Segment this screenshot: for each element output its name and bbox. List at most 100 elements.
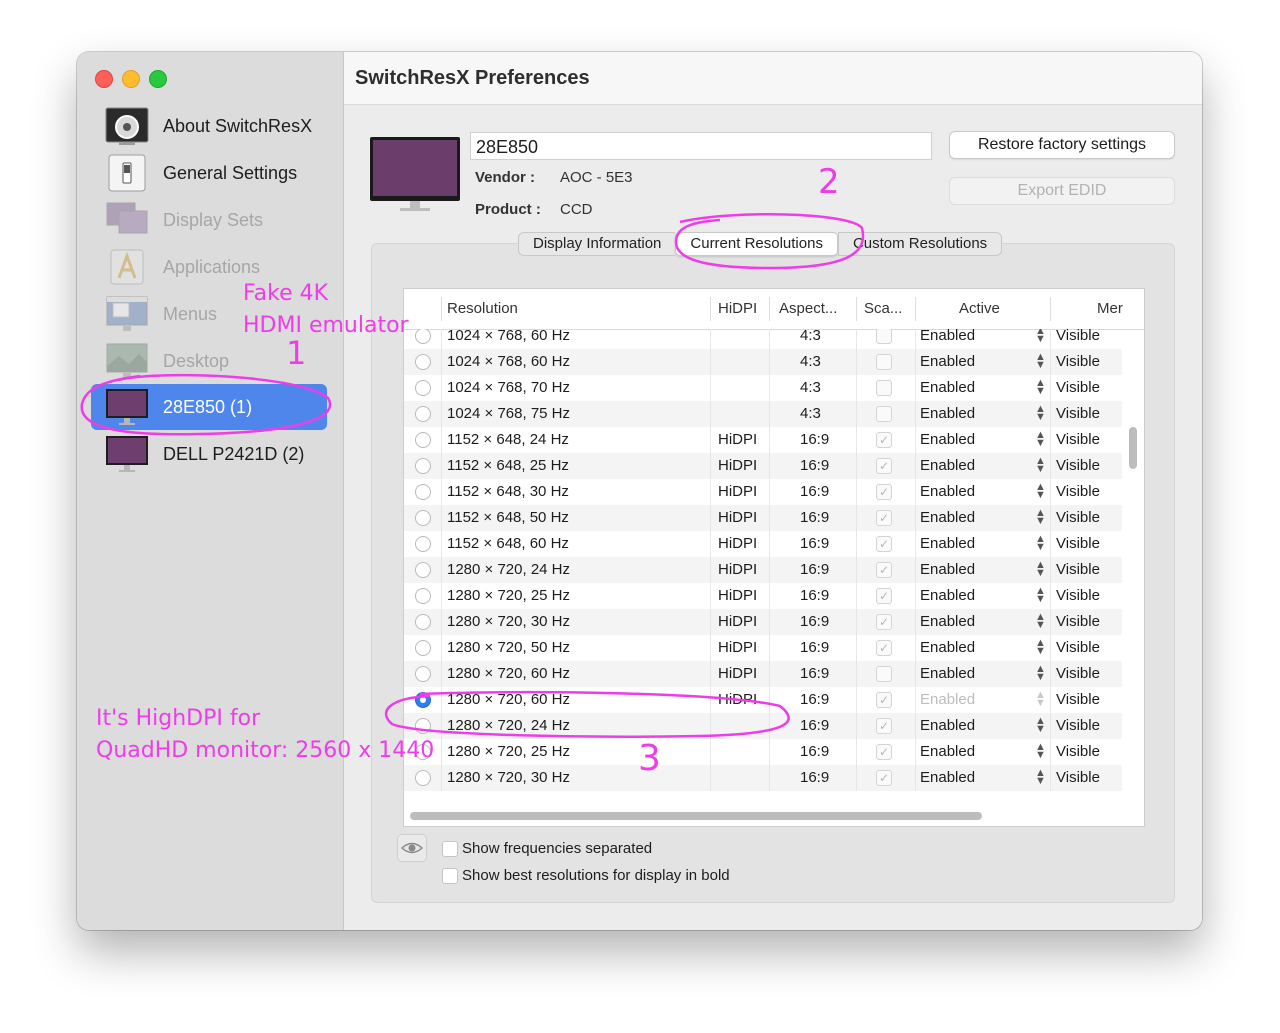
active-cell[interactable]: Enabled: [920, 353, 975, 370]
zoom-window-button[interactable]: [149, 70, 167, 88]
scaled-checkbox[interactable]: [876, 380, 892, 396]
active-cell[interactable]: Enabled: [920, 691, 975, 708]
scaled-checkbox[interactable]: ✓: [876, 536, 892, 552]
active-stepper-icon[interactable]: ▲ ▼: [1035, 482, 1046, 501]
close-window-button[interactable]: [95, 70, 113, 88]
show-frequencies-checkbox[interactable]: [442, 841, 458, 857]
export-edid-button[interactable]: Export EDID: [949, 177, 1175, 205]
active-stepper-icon[interactable]: ▲ ▼: [1035, 690, 1046, 709]
active-stepper-icon[interactable]: ▲ ▼: [1035, 404, 1046, 423]
row-radio-button[interactable]: [415, 406, 431, 422]
scaled-checkbox[interactable]: [876, 666, 892, 682]
table-row[interactable]: 1152 × 648, 24 Hz HiDPI 16:9 ✓ Enabled ▲ ▼ Visi…: [404, 427, 1122, 453]
sidebar-item-28e850[interactable]: 28E850 (1): [91, 384, 327, 430]
table-row[interactable]: 1280 × 720, 24 Hz HiDPI 16:9 ✓ Enabled ▲ ▼ Visi…: [404, 557, 1122, 583]
active-stepper-icon[interactable]: ▲ ▼: [1035, 638, 1046, 657]
active-cell[interactable]: Enabled: [920, 561, 975, 578]
row-radio-button[interactable]: [415, 432, 431, 448]
active-stepper-icon[interactable]: ▲ ▼: [1035, 329, 1046, 345]
table-row[interactable]: 1152 × 648, 60 Hz HiDPI 16:9 ✓ Enabled ▲ ▼ Visi…: [404, 531, 1122, 557]
menu-cell[interactable]: Visible: [1056, 769, 1100, 786]
menu-cell[interactable]: Visible: [1056, 405, 1100, 422]
scaled-checkbox[interactable]: ✓: [876, 510, 892, 526]
active-cell[interactable]: Enabled: [920, 587, 975, 604]
preview-button[interactable]: [397, 834, 427, 862]
menu-cell[interactable]: Visible: [1056, 457, 1100, 474]
active-cell[interactable]: Enabled: [920, 483, 975, 500]
menu-cell[interactable]: Visible: [1056, 587, 1100, 604]
table-row[interactable]: 1280 × 720, 24 Hz 16:9 ✓ Enabled ▲ ▼ Visible: [404, 713, 1122, 739]
active-cell[interactable]: Enabled: [920, 613, 975, 630]
table-row[interactable]: 1280 × 720, 25 Hz 16:9 ✓ Enabled ▲ ▼ Visible: [404, 739, 1122, 765]
active-cell[interactable]: Enabled: [920, 431, 975, 448]
active-stepper-icon[interactable]: ▲ ▼: [1035, 508, 1046, 527]
scaled-checkbox[interactable]: ✓: [876, 588, 892, 604]
active-cell[interactable]: Enabled: [920, 509, 975, 526]
menu-cell[interactable]: Visible: [1056, 535, 1100, 552]
table-row[interactable]: 1024 × 768, 60 Hz 4:3 Enabled ▲ ▼ Visible: [404, 349, 1122, 375]
active-stepper-icon[interactable]: ▲ ▼: [1035, 768, 1046, 787]
row-radio-button[interactable]: [415, 640, 431, 656]
row-radio-button[interactable]: [415, 614, 431, 630]
menu-cell[interactable]: Visible: [1056, 639, 1100, 656]
row-radio-button[interactable]: [415, 354, 431, 370]
sidebar-item-display-sets[interactable]: Display Sets: [91, 197, 327, 243]
active-cell[interactable]: Enabled: [920, 329, 975, 344]
minimize-window-button[interactable]: [122, 70, 140, 88]
sidebar-item-about[interactable]: About SwitchResX: [91, 103, 327, 149]
column-header-scaled[interactable]: Sca...: [864, 300, 902, 317]
scaled-checkbox[interactable]: [876, 354, 892, 370]
active-cell[interactable]: Enabled: [920, 743, 975, 760]
table-row[interactable]: 1024 × 768, 70 Hz 4:3 Enabled ▲ ▼ Visible: [404, 375, 1122, 401]
row-radio-button[interactable]: [415, 484, 431, 500]
row-radio-button[interactable]: [415, 692, 431, 708]
column-header-aspect[interactable]: Aspect...: [779, 300, 837, 317]
table-row[interactable]: 1152 × 648, 50 Hz HiDPI 16:9 ✓ Enabled ▲ ▼ Visi…: [404, 505, 1122, 531]
active-cell[interactable]: Enabled: [920, 379, 975, 396]
scaled-checkbox[interactable]: ✓: [876, 770, 892, 786]
restore-factory-settings-button[interactable]: Restore factory settings: [949, 131, 1175, 159]
row-radio-button[interactable]: [415, 510, 431, 526]
scaled-checkbox[interactable]: ✓: [876, 692, 892, 708]
row-radio-button[interactable]: [415, 770, 431, 786]
table-row[interactable]: 1280 × 720, 50 Hz HiDPI 16:9 ✓ Enabled ▲ ▼ Visi…: [404, 635, 1122, 661]
table-row[interactable]: 1280 × 720, 60 Hz HiDPI 16:9 Enabled ▲ ▼ Visib…: [404, 661, 1122, 687]
menu-cell[interactable]: Visible: [1056, 483, 1100, 500]
sidebar-item-general-settings[interactable]: General Settings: [91, 150, 327, 196]
active-stepper-icon[interactable]: ▲ ▼: [1035, 612, 1046, 631]
scaled-checkbox[interactable]: ✓: [876, 718, 892, 734]
active-stepper-icon[interactable]: ▲ ▼: [1035, 456, 1046, 475]
menu-cell[interactable]: Visible: [1056, 613, 1100, 630]
column-header-menu[interactable]: Mer: [1097, 300, 1123, 317]
vertical-scrollbar[interactable]: [1129, 427, 1137, 469]
active-stepper-icon[interactable]: ▲ ▼: [1035, 742, 1046, 761]
scaled-checkbox[interactable]: ✓: [876, 484, 892, 500]
row-radio-button[interactable]: [415, 588, 431, 604]
table-row[interactable]: 1280 × 720, 30 Hz HiDPI 16:9 ✓ Enabled ▲ ▼ Visi…: [404, 609, 1122, 635]
row-radio-button[interactable]: [415, 562, 431, 578]
scaled-checkbox[interactable]: ✓: [876, 640, 892, 656]
resolutions-table[interactable]: Resolution HiDPI Aspect... Sca... Active…: [403, 288, 1145, 827]
active-stepper-icon[interactable]: ▲ ▼: [1035, 716, 1046, 735]
menu-cell[interactable]: Visible: [1056, 691, 1100, 708]
active-stepper-icon[interactable]: ▲ ▼: [1035, 352, 1046, 371]
menu-cell[interactable]: Visible: [1056, 717, 1100, 734]
active-stepper-icon[interactable]: ▲ ▼: [1035, 378, 1046, 397]
scaled-checkbox[interactable]: [876, 406, 892, 422]
column-header-resolution[interactable]: Resolution: [447, 300, 518, 317]
active-cell[interactable]: Enabled: [920, 717, 975, 734]
row-radio-button[interactable]: [415, 718, 431, 734]
active-cell[interactable]: Enabled: [920, 639, 975, 656]
scaled-checkbox[interactable]: ✓: [876, 744, 892, 760]
active-cell[interactable]: Enabled: [920, 535, 975, 552]
menu-cell[interactable]: Visible: [1056, 379, 1100, 396]
column-header-active[interactable]: Active: [959, 300, 1000, 317]
active-stepper-icon[interactable]: ▲ ▼: [1035, 430, 1046, 449]
tab-custom-resolutions[interactable]: Custom Resolutions: [837, 232, 1003, 256]
sidebar-item-dell-p2421d[interactable]: DELL P2421D (2): [91, 431, 327, 477]
active-stepper-icon[interactable]: ▲ ▼: [1035, 560, 1046, 579]
table-row[interactable]: 1024 × 768, 60 Hz 4:3 Enabled ▲ ▼ Visible: [404, 329, 1122, 349]
scaled-checkbox[interactable]: ✓: [876, 458, 892, 474]
table-row[interactable]: 1280 × 720, 25 Hz HiDPI 16:9 ✓ Enabled ▲ ▼ Visi…: [404, 583, 1122, 609]
scaled-checkbox[interactable]: ✓: [876, 432, 892, 448]
